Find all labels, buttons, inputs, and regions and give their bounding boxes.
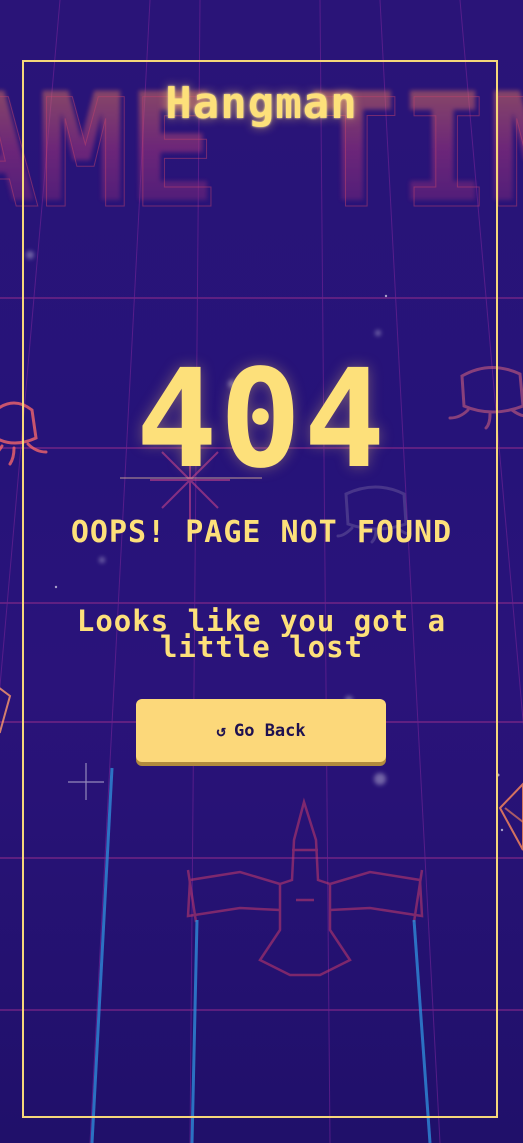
app-title: Hangman (165, 78, 358, 129)
content-frame (22, 60, 498, 1118)
error-message: Looks like you got a little lost (76, 604, 447, 664)
error-code: 404 (135, 341, 388, 499)
error-heading: OOPS! PAGE NOT FOUND (70, 515, 453, 550)
undo-arrow-icon: ↺ (216, 720, 226, 740)
go-back-label: Go Back (233, 720, 306, 741)
go-back-button[interactable]: ↺ Go Back (136, 699, 386, 762)
not-found-page: GAME TIME GAME TIME (0, 0, 523, 1143)
